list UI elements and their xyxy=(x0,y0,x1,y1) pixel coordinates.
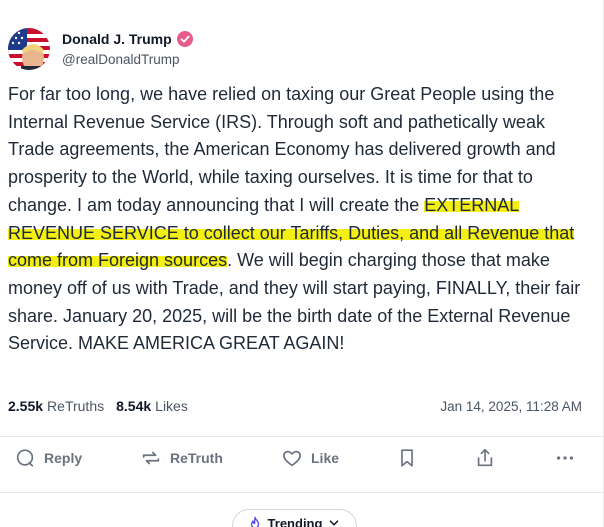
heart-icon xyxy=(283,450,301,467)
post-stats: 2.55k ReTruths 8.54k Likes Jan 14, 2025,… xyxy=(8,398,582,414)
author-names: Donald J. Trump @realDonaldTrump xyxy=(62,31,193,67)
post-timestamp[interactable]: Jan 14, 2025, 11:28 AM xyxy=(440,399,582,414)
trending-label: Trending xyxy=(267,516,323,527)
avatar[interactable] xyxy=(8,28,50,70)
post-header: Donald J. Trump @realDonaldTrump xyxy=(8,28,193,70)
share-button[interactable] xyxy=(474,447,496,469)
trending-icon xyxy=(250,516,259,527)
divider xyxy=(0,436,604,437)
post-card: Donald J. Trump @realDonaldTrump For far… xyxy=(0,0,604,527)
trending-button[interactable]: Trending xyxy=(232,509,357,527)
more-button[interactable] xyxy=(554,447,576,469)
verified-badge-icon xyxy=(176,31,193,47)
name-row: Donald J. Trump xyxy=(62,31,193,47)
retruth-label: ReTruth xyxy=(170,450,223,466)
share-icon xyxy=(477,448,493,467)
likes-count[interactable]: 8.54k xyxy=(116,398,151,414)
retruth-icon xyxy=(142,451,160,465)
post-body: For far too long, we have relied on taxi… xyxy=(8,81,594,358)
display-name[interactable]: Donald J. Trump xyxy=(62,31,172,47)
reply-button[interactable]: Reply xyxy=(14,447,82,469)
bookmark-icon xyxy=(401,449,413,467)
like-label: Like xyxy=(311,450,340,466)
like-button[interactable]: Like xyxy=(281,447,339,469)
reply-label: Reply xyxy=(44,450,83,466)
retruths-label[interactable]: ReTruths xyxy=(47,398,104,414)
author-handle[interactable]: @realDonaldTrump xyxy=(62,52,193,67)
chevron-down-icon xyxy=(330,520,339,526)
likes-label[interactable]: Likes xyxy=(155,398,188,414)
retruths-count[interactable]: 2.55k xyxy=(8,398,43,414)
more-icon xyxy=(556,456,574,460)
bookmark-button[interactable] xyxy=(396,447,418,469)
reply-icon xyxy=(16,449,34,467)
action-bar: Reply ReTruth Like xyxy=(0,447,604,475)
divider xyxy=(0,492,604,493)
retruth-button[interactable]: ReTruth xyxy=(140,447,223,469)
